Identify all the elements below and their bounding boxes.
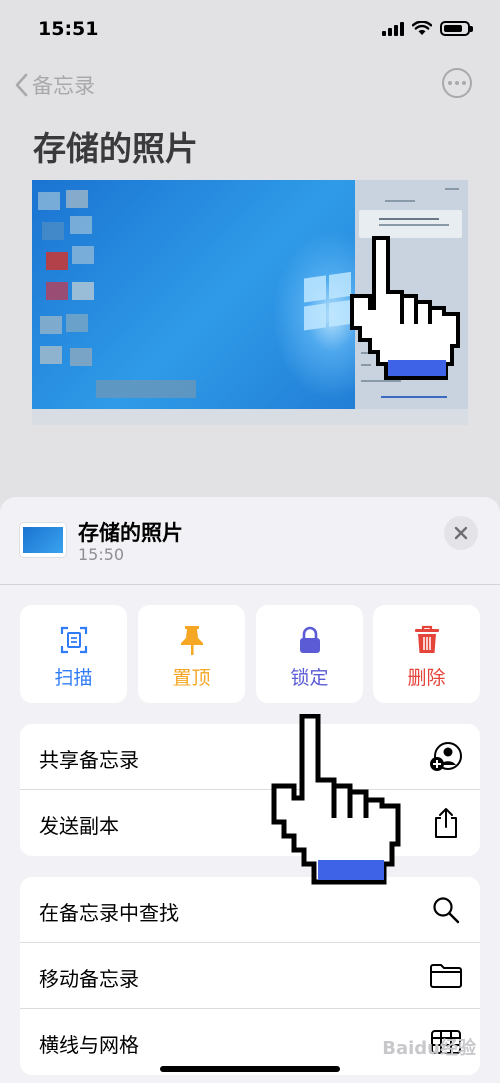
find-in-note-row[interactable]: 在备忘录中查找 xyxy=(20,877,480,943)
delete-button[interactable]: 删除 xyxy=(373,605,480,703)
back-label: 备忘录 xyxy=(32,74,95,98)
lock-icon xyxy=(299,626,320,653)
delete-label: 删除 xyxy=(407,667,446,689)
share-icon xyxy=(435,808,457,838)
scan-icon xyxy=(60,626,87,654)
desktop-icons xyxy=(36,186,196,401)
find-in-note-label: 在备忘录中查找 xyxy=(39,901,179,925)
taskbar xyxy=(32,409,468,425)
pointer-hand-icon xyxy=(271,714,401,885)
sheet-timestamp: 15:50 xyxy=(78,545,125,564)
send-copy-row[interactable]: 发送副本 xyxy=(20,790,480,856)
note-thumbnail xyxy=(20,523,66,557)
cellular-signal-icon xyxy=(382,21,404,36)
share-note-row[interactable]: 共享备忘录 xyxy=(20,724,480,790)
folder-icon xyxy=(430,964,462,988)
pointer-hand-icon xyxy=(350,236,460,380)
sheet-header: 存储的照片 15:50 xyxy=(0,497,500,585)
scan-label: 扫描 xyxy=(54,667,93,689)
share-note-label: 共享备忘录 xyxy=(39,748,139,772)
sheet-title: 存储的照片 xyxy=(78,521,183,545)
chevron-left-icon xyxy=(15,73,28,97)
watermark: Baidu经验 xyxy=(382,1038,476,1059)
navigation-bar: 备忘录 xyxy=(0,62,500,108)
pin-label: 置顶 xyxy=(172,667,211,689)
search-icon xyxy=(433,897,460,924)
send-copy-label: 发送副本 xyxy=(39,814,119,838)
share-person-icon xyxy=(430,742,462,771)
quick-actions: 扫描 置顶 锁定 删除 xyxy=(20,605,480,703)
more-button[interactable] xyxy=(442,68,472,98)
pin-icon xyxy=(180,626,203,655)
lock-label: 锁定 xyxy=(290,667,329,689)
battery-icon xyxy=(440,21,473,36)
share-group: 共享备忘录 发送副本 xyxy=(20,724,480,856)
close-button[interactable] xyxy=(444,516,478,550)
status-time: 15:51 xyxy=(38,18,99,40)
lines-grids-label: 横线与网格 xyxy=(39,1033,139,1057)
action-sheet: 存储的照片 15:50 扫描 置顶 锁定 删除 共享备忘录 发送副本 在备忘录中… xyxy=(0,497,500,1083)
lock-button[interactable]: 锁定 xyxy=(256,605,363,703)
pin-button[interactable]: 置顶 xyxy=(138,605,245,703)
scan-button[interactable]: 扫描 xyxy=(20,605,127,703)
close-icon xyxy=(454,526,468,540)
move-note-row[interactable]: 移动备忘录 xyxy=(20,943,480,1009)
note-title: 存储的照片 xyxy=(33,129,198,168)
move-note-label: 移动备忘录 xyxy=(39,967,139,991)
home-indicator[interactable] xyxy=(160,1066,340,1072)
trash-icon xyxy=(414,625,439,653)
wifi-icon xyxy=(412,21,432,35)
ellipsis-icon xyxy=(448,81,452,85)
back-button[interactable]: 备忘录 xyxy=(14,70,95,100)
status-bar: 15:51 xyxy=(0,0,500,60)
